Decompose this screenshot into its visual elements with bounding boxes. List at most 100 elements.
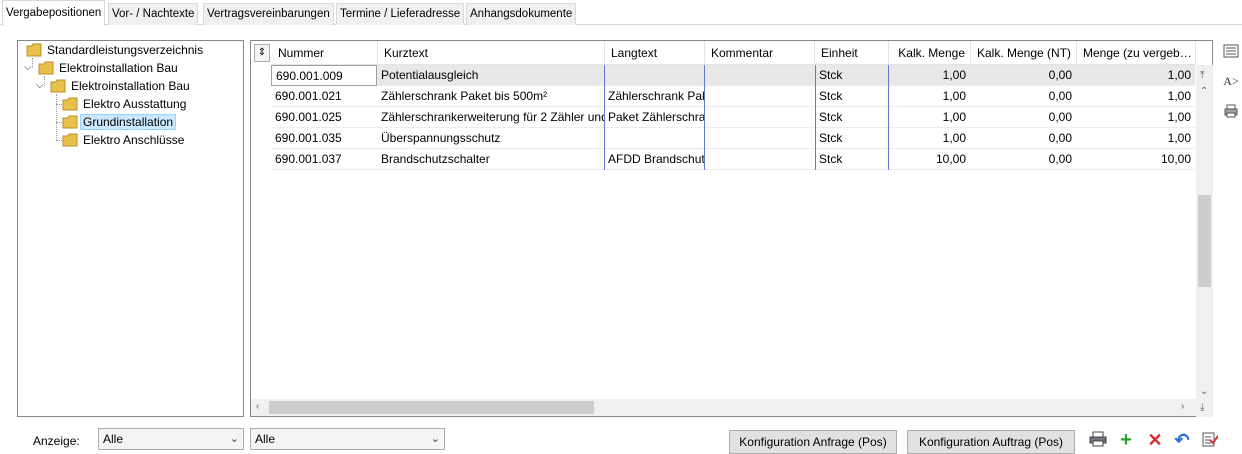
chevron-down-icon[interactable]: ⌵ [36,81,46,91]
col-header-nummer[interactable]: Nummer [272,41,378,65]
cell-langtext[interactable] [604,65,704,86]
cell-menge[interactable]: 1,00 [1076,86,1195,107]
col-header-menge[interactable]: Menge (zu vergeb… [1077,41,1196,65]
scroll-right-icon[interactable]: › [1181,402,1184,412]
positions-grid[interactable]: ⇕ Nummer Kurztext Langtext Kommentar Ein… [250,40,1213,417]
scroll-down-icon[interactable]: ⌄ [1200,387,1208,397]
folder-icon [62,133,78,147]
cell-nummer[interactable]: 690.001.035 [271,128,377,149]
cell-nummer[interactable]: 690.001.037 [271,149,377,170]
cell-kalk-menge-nt[interactable]: 0,00 [970,149,1076,170]
konfiguration-anfrage-button[interactable]: Konfiguration Anfrage (Pos) [729,430,897,454]
cell-kurztext[interactable]: Zählerschrankerweiterung für 2 Zähler un… [377,107,604,128]
scroll-top-icon[interactable]: ⤒ [1200,71,1204,81]
tree-node-elektro-anschluesse[interactable]: Elektro Anschlüsse [62,131,187,149]
tab-bar: Vergabepositionen Vor- / Nachtexte Vertr… [0,0,1242,26]
cell-kommentar[interactable] [704,128,815,149]
cell-kommentar[interactable] [704,107,815,128]
cell-nummer[interactable]: 690.001.009 [271,65,377,86]
tree-node-elektroinstallation-2[interactable]: ⌵ Elektroinstallation Bau [36,77,193,95]
folder-icon [62,115,78,129]
cell-einheit[interactable]: Stck [815,86,888,107]
cell-menge[interactable]: 1,00 [1076,128,1195,149]
cell-kurztext[interactable]: Potentialausgleich [377,65,604,86]
category-tree[interactable]: Standardleistungsverzeichnis ⌵ Elektroin… [17,40,244,417]
chevron-down-icon[interactable]: ⌵ [24,63,34,73]
col-header-kommentar[interactable]: Kommentar [705,41,815,65]
delete-icon[interactable]: ✕ [1145,430,1165,450]
folder-icon [38,61,54,75]
cell-nummer[interactable]: 690.001.021 [271,86,377,107]
col-header-kurztext[interactable]: Kurztext [378,41,605,65]
cell-kurztext[interactable]: Brandschutzschalter [377,149,604,170]
cell-kurztext[interactable]: Zählerschrank Paket bis 500m² [377,86,604,107]
tab-vertragsvereinbarungen[interactable]: Vertragsvereinbarungen [203,3,334,25]
cell-kalk-menge-nt[interactable]: 0,00 [970,128,1076,149]
cell-langtext[interactable] [604,128,704,149]
cell-kalk-menge-nt[interactable]: 0,00 [970,65,1076,86]
cell-kalk-menge[interactable]: 1,00 [888,128,970,149]
tab-vor-nachtexte[interactable]: Vor- / Nachtexte [108,3,199,25]
cell-kalk-menge[interactable]: 1,00 [888,86,970,107]
add-icon[interactable]: + [1116,430,1136,450]
table-row[interactable]: 690.001.021 Zählerschrank Paket bis 500m²… [271,86,1196,107]
cell-kommentar[interactable] [704,86,815,107]
table-row[interactable]: 690.001.009 Potentialausgleich Stck 1,00 0,0… [271,65,1196,86]
tab-termine-lieferadresse[interactable]: Termine / Lieferadresse [336,3,465,25]
cell-kalk-menge-nt[interactable]: 0,00 [970,107,1076,128]
cell-menge[interactable]: 1,00 [1076,65,1195,86]
cell-einheit[interactable]: Stck [815,107,888,128]
col-header-kalk-menge-nt[interactable]: Kalk. Menge (NT) [971,41,1077,65]
cell-langtext[interactable]: AFDD Brandschutz [604,149,704,170]
vertical-scrollbar[interactable]: ⤒ ⌃ ⌄ ⤓ [1196,65,1213,417]
tree-node-elektroinstallation-1[interactable]: ⌵ Elektroinstallation Bau [24,59,181,77]
scroll-left-icon[interactable]: ‹ [256,402,259,412]
tree-node-root[interactable]: Standardleistungsverzeichnis [26,41,206,59]
undo-icon[interactable]: ↶ [1172,430,1192,450]
anzeige-label: Anzeige: [33,434,80,448]
chevron-down-icon: ⌄ [229,433,239,445]
checklist-icon[interactable] [1200,431,1220,451]
cell-kalk-menge[interactable]: 1,00 [888,107,970,128]
scroll-up-icon[interactable]: ⌃ [1200,87,1208,97]
printer-icon[interactable] [1088,431,1108,451]
tree-node-elektro-ausstattung[interactable]: Elektro Ausstattung [62,95,189,113]
folder-icon [62,97,78,111]
tab-anhangsdokumente[interactable]: Anhangsdokumente [466,3,577,25]
cell-kommentar[interactable] [704,149,815,170]
table-row[interactable]: 690.001.037 Brandschutzschalter AFDD Brand… [271,149,1196,170]
sort-icon[interactable]: ⇕ [254,44,270,62]
table-row[interactable]: 690.001.035 Überspannungsschutz Stck 1,00 0,… [271,128,1196,149]
cell-kurztext[interactable]: Überspannungsschutz [377,128,604,149]
col-header-einheit[interactable]: Einheit [815,41,889,65]
tab-vergabepositionen[interactable]: Vergabepositionen [2,0,106,26]
cell-kalk-menge-nt[interactable]: 0,00 [970,86,1076,107]
konfiguration-auftrag-button[interactable]: Konfiguration Auftrag (Pos) [907,430,1075,454]
tree-node-grundinstallation[interactable]: Grundinstallation [62,113,177,131]
cell-kalk-menge[interactable]: 10,00 [888,149,970,170]
vertical-scroll-thumb[interactable] [1198,195,1211,287]
anzeige-filter-1[interactable]: Alle ⌄ [98,428,244,450]
cell-einheit[interactable]: Stck [815,128,888,149]
horizontal-scrollbar[interactable]: ‹ › [251,399,1196,416]
col-header-langtext[interactable]: Langtext [605,41,705,65]
text-format-icon[interactable]: A˃ [1222,72,1240,90]
list-view-icon[interactable] [1222,44,1240,62]
scroll-bottom-icon[interactable]: ⤓ [1200,403,1204,413]
cell-menge[interactable]: 10,00 [1076,149,1195,170]
cell-einheit[interactable]: Stck [815,149,888,170]
folder-icon [26,43,42,57]
table-row[interactable]: 690.001.025 Zählerschrankerweiterung für … [271,107,1196,128]
anzeige-filter-2[interactable]: Alle ⌄ [250,428,445,450]
cell-kalk-menge[interactable]: 1,00 [888,65,970,86]
cell-langtext[interactable]: Zählerschrank Paket [604,86,704,107]
cell-nummer[interactable]: 690.001.025 [271,107,377,128]
cell-menge[interactable]: 1,00 [1076,107,1195,128]
horizontal-scroll-thumb[interactable] [269,401,594,414]
print-preview-icon[interactable] [1222,104,1240,122]
chevron-down-icon: ⌄ [430,433,440,445]
col-header-kalk-menge[interactable]: Kalk. Menge [889,41,971,65]
cell-einheit[interactable]: Stck [815,65,888,86]
cell-langtext[interactable]: Paket Zählerschrank [604,107,704,128]
cell-kommentar[interactable] [704,65,815,86]
